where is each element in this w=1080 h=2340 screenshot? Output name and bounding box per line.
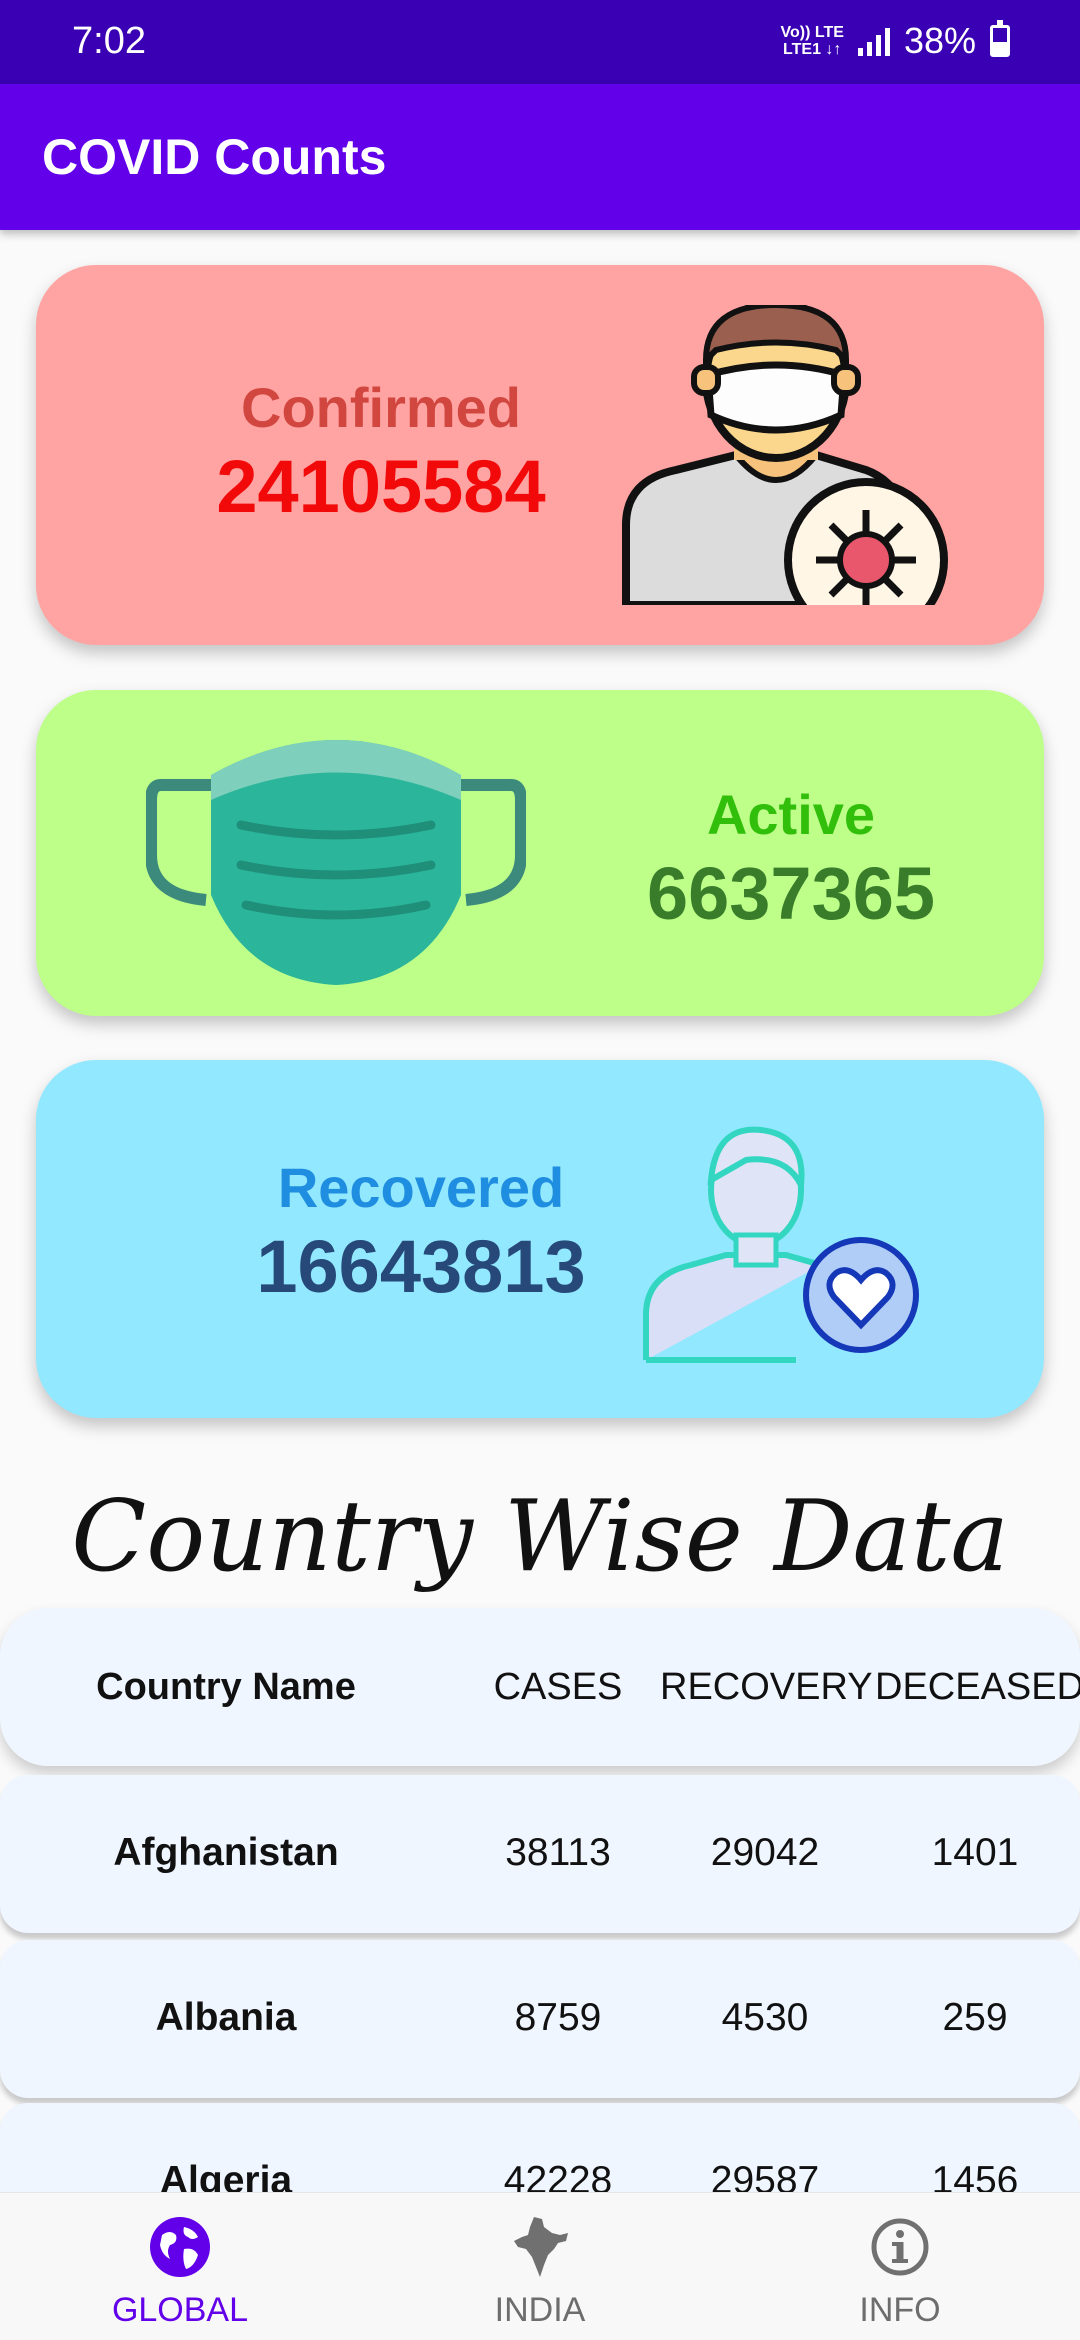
country-name: Afghanistan: [113, 1831, 339, 1874]
nav-india[interactable]: INDIA: [360, 2193, 720, 2340]
bottom-navigation: GLOBAL INDIA INFO: [0, 2192, 1080, 2340]
recovered-label: Recovered: [277, 1156, 565, 1219]
section-title: Country Wise Data: [71, 1480, 1009, 1594]
nav-india-label: INDIA: [494, 2291, 586, 2329]
signal-icon: [857, 26, 890, 56]
country-recovery: 29042: [710, 1831, 820, 1874]
confirmed-card[interactable]: Confirmed 24105584: [36, 265, 1044, 645]
nav-global[interactable]: GLOBAL: [0, 2193, 360, 2340]
header-deceased: DECEASED: [875, 1666, 1080, 1708]
status-indicators: Vo)) LTE LTE1 ↓↑ 38%: [781, 20, 1010, 62]
active-text: Active 6637365: [586, 782, 996, 936]
table-row[interactable]: Afghanistan 38113 29042 1401: [0, 1775, 1080, 1933]
recovered-card[interactable]: Recovered 16643813: [36, 1060, 1044, 1418]
header-country-name: Country Name: [96, 1666, 356, 1708]
network-line-top: Vo)) LTE: [780, 24, 844, 41]
confirmed-value: 24105584: [216, 445, 546, 528]
globe-icon: [150, 2217, 210, 2277]
status-time: 7:02: [72, 20, 146, 62]
india-map-icon: [514, 2217, 568, 2277]
face-mask-icon: [146, 740, 526, 985]
country-name: Albania: [155, 1996, 297, 2039]
nav-info-label: INFO: [859, 2291, 941, 2329]
info-icon: [871, 2218, 929, 2276]
country-cases: 8759: [514, 1996, 602, 2039]
table-row[interactable]: Albania 8759 4530 259: [0, 1940, 1080, 2098]
nav-global-label: GLOBAL: [111, 2291, 249, 2329]
country-deceased: 259: [942, 1996, 1008, 2039]
recovered-text: Recovered 16643813: [191, 1155, 651, 1309]
active-card[interactable]: Active 6637365: [36, 690, 1044, 1016]
active-value: 6637365: [646, 852, 936, 935]
app-bar: COVID Counts: [0, 84, 1080, 230]
country-recovery: 4530: [721, 1996, 809, 2039]
nav-info[interactable]: INFO: [720, 2193, 1080, 2340]
recovered-value: 16643813: [256, 1225, 586, 1308]
header-cases: CASES: [493, 1666, 623, 1708]
confirmed-label: Confirmed: [241, 376, 521, 439]
app-title: COVID Counts: [42, 129, 387, 185]
battery-icon: [990, 20, 1010, 57]
table-header: Country Name CASES RECOVERY DECEASED: [0, 1608, 1080, 1766]
network-line-bottom: LTE1 ↓↑: [783, 41, 842, 58]
active-label: Active: [706, 783, 876, 846]
status-bar: 7:02 Vo)) LTE LTE1 ↓↑ 38%: [0, 0, 1080, 84]
country-deceased: 1401: [931, 1831, 1019, 1874]
country-cases: 38113: [505, 1831, 611, 1874]
confirmed-text: Confirmed 24105584: [151, 375, 611, 529]
header-recovery: RECOVERY: [660, 1666, 873, 1708]
infected-person-icon: [622, 305, 948, 605]
battery-percent: 38%: [903, 20, 976, 61]
recovered-person-icon: [643, 1126, 919, 1363]
network-indicator: Vo)) LTE LTE1 ↓↑: [781, 24, 844, 58]
